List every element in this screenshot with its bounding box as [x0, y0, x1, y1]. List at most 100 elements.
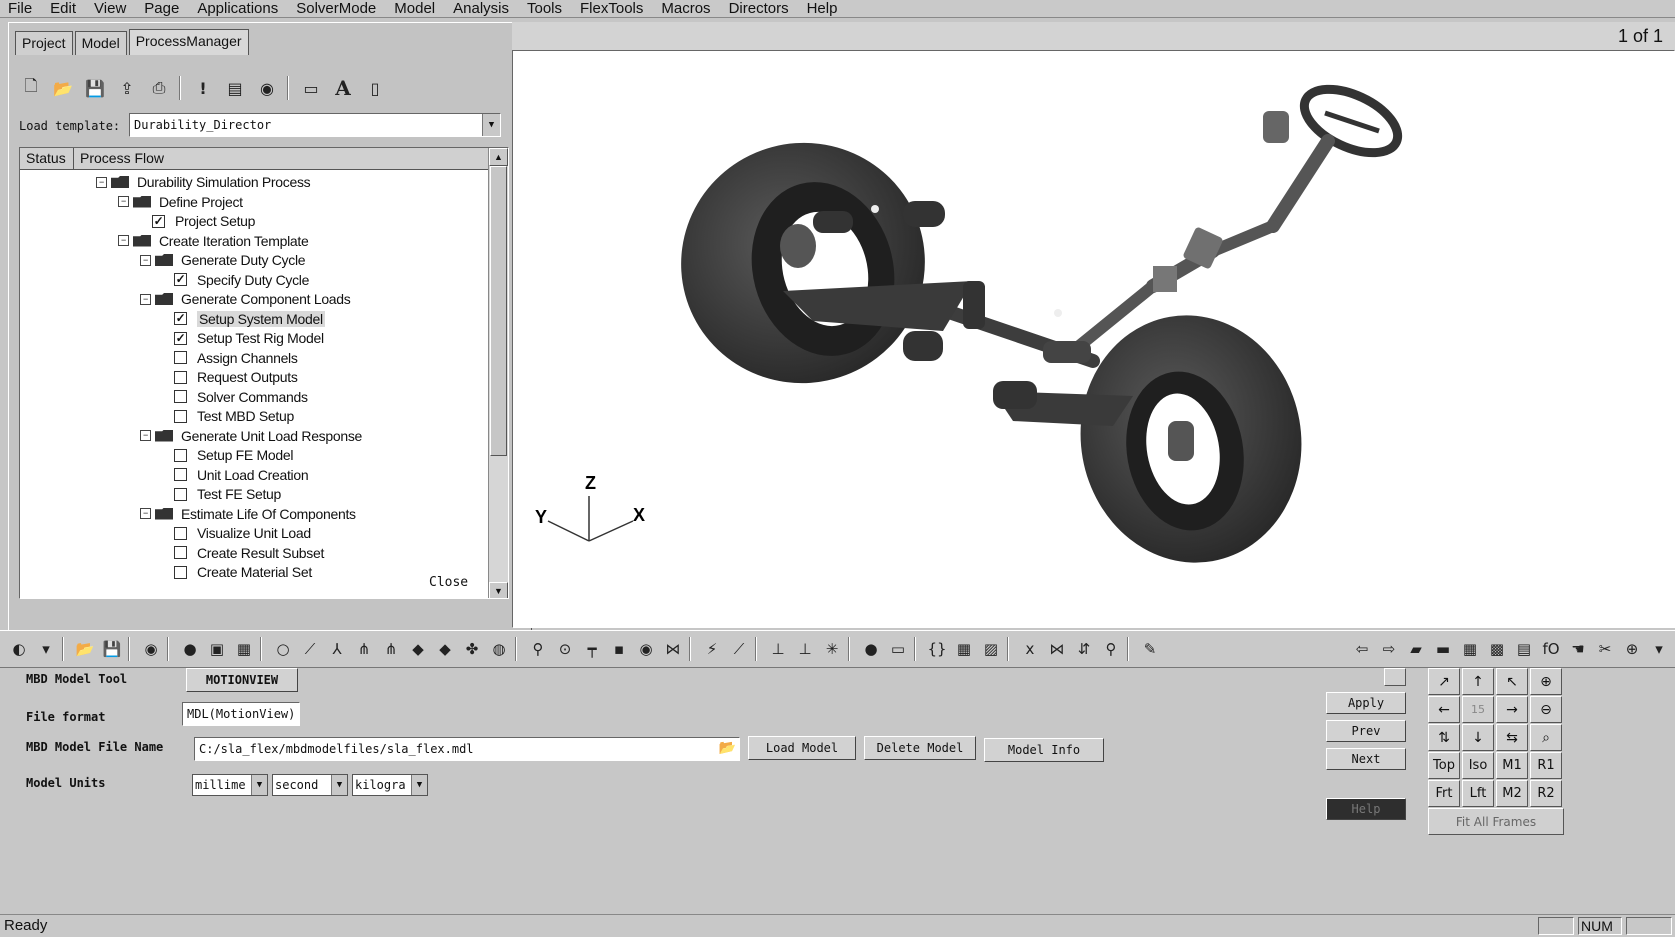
pan-up-right-icon[interactable]: ↖ [1496, 668, 1528, 695]
pan-up-left-icon[interactable]: ↗ [1428, 668, 1460, 695]
tree-item[interactable]: ✓ Setup Test Rig Model [174, 328, 324, 348]
tree-item[interactable]: ✓ Specify Duty Cycle [174, 270, 309, 290]
tree-item[interactable]: − Define Project [118, 192, 243, 212]
tree-item[interactable]: ✓ Setup System Model [174, 309, 325, 329]
toolbar-tool-icon[interactable]: ▣ [206, 637, 228, 661]
pan-up-icon[interactable]: ↑ [1462, 668, 1494, 695]
globe-icon[interactable]: ◉ [255, 76, 279, 100]
font-icon[interactable]: A [331, 76, 355, 100]
view-top-button[interactable]: Top [1428, 752, 1460, 779]
tree-item[interactable]: − Generate Duty Cycle [140, 250, 306, 270]
checkbox-icon[interactable]: ✓ [174, 273, 187, 286]
toolbar-tool-icon[interactable]: ✤ [461, 637, 483, 661]
toolbar-tool-icon[interactable]: 📂 [74, 637, 96, 661]
view-tool-icon[interactable]: ▬ [1432, 637, 1454, 661]
pan-down-icon[interactable]: ↓ [1462, 724, 1494, 751]
checkbox-icon[interactable]: ✓ [174, 331, 187, 345]
menu-file[interactable]: File [8, 0, 32, 17]
toolbar-tool-icon[interactable]: ⋈ [662, 637, 684, 661]
toolbar-tool-icon[interactable]: ▭ [887, 637, 909, 661]
checkbox-icon[interactable] [174, 565, 187, 579]
checkbox-icon[interactable]: ✓ [152, 214, 165, 228]
checkbox-icon[interactable] [174, 409, 187, 423]
toolbar-tool-icon[interactable]: ⊙ [554, 637, 576, 661]
toolbar-tool-icon[interactable]: ○ [272, 637, 294, 661]
view-tool-icon[interactable]: ⊕ [1621, 637, 1643, 661]
tree-item[interactable]: − Generate Unit Load Response [140, 426, 362, 446]
view-m2-button[interactable]: M2 [1496, 780, 1528, 807]
tree-item[interactable]: Solver Commands [174, 387, 308, 407]
view-r1-button[interactable]: R1 [1530, 752, 1562, 779]
checkbox-icon[interactable] [174, 351, 187, 364]
print-icon[interactable]: ⎙ [147, 76, 171, 100]
time-unit-select[interactable]: second ▼ [272, 774, 348, 796]
pan-left-icon[interactable]: ← [1428, 696, 1460, 723]
apply-button[interactable]: Apply [1326, 692, 1406, 714]
model-info-button[interactable]: Model Info [984, 738, 1104, 762]
toolbar-tool-icon[interactable]: ▾ [35, 637, 57, 661]
collapse-icon[interactable]: − [118, 235, 129, 246]
view-m1-button[interactable]: M1 [1496, 752, 1528, 779]
load-template-select[interactable]: Durability_Director ▼ [129, 113, 501, 137]
view-lft-button[interactable]: Lft [1462, 780, 1494, 807]
tree-item[interactable]: Create Result Subset [174, 543, 324, 563]
menu-model[interactable]: Model [394, 0, 435, 17]
toolbar-tool-icon[interactable]: x [1019, 637, 1041, 661]
view-tool-icon[interactable]: ⇦ [1351, 637, 1373, 661]
toolbar-tool-icon[interactable]: ▨ [980, 637, 1002, 661]
help-button[interactable]: Help [1326, 798, 1406, 820]
toolbar-tool-icon[interactable]: ⊥ [794, 637, 816, 661]
file-format-field[interactable]: MDL(MotionView) [182, 702, 300, 726]
motionview-button[interactable]: MOTIONVIEW [186, 668, 298, 692]
toolbar-tool-icon[interactable]: ⚲ [1100, 637, 1122, 661]
tree-item[interactable]: − Generate Component Loads [140, 289, 351, 309]
menu-applications[interactable]: Applications [197, 0, 278, 17]
tree-item[interactable]: Assign Channels [174, 348, 298, 368]
collapse-icon[interactable]: − [96, 176, 107, 188]
menu-macros[interactable]: Macros [661, 0, 710, 17]
menu-directors[interactable]: Directors [729, 0, 789, 17]
file-name-input[interactable]: C:/sla_flex/mbdmodelfiles/sla_flex.mdl 📂 [194, 737, 740, 761]
tab-processmanager[interactable]: ProcessManager [128, 29, 249, 55]
view-tool-icon[interactable]: ▰ [1405, 637, 1427, 661]
report-icon[interactable]: ▤ [223, 76, 247, 100]
checkbox-icon[interactable] [174, 370, 187, 384]
export-icon[interactable]: ⇪ [115, 76, 139, 100]
document-icon[interactable]: ▯ [363, 76, 387, 100]
tree-item[interactable]: − Durability Simulation Process [96, 172, 311, 192]
tree-scrollbar[interactable]: ▲ ▼ [488, 148, 508, 598]
collapse-icon[interactable]: − [140, 430, 151, 441]
view-tool-icon[interactable]: ▤ [1513, 637, 1535, 661]
menu-page[interactable]: Page [144, 0, 179, 17]
view-tool-icon[interactable]: ▩ [1486, 637, 1508, 661]
save-icon[interactable]: 💾 [83, 76, 107, 100]
view-tool-icon[interactable]: ☚ [1567, 637, 1589, 661]
menu-edit[interactable]: Edit [50, 0, 76, 17]
view-r2-button[interactable]: R2 [1530, 780, 1562, 807]
column-process-flow[interactable]: Process Flow [74, 148, 490, 170]
toolbar-tool-icon[interactable]: ┯ [581, 637, 603, 661]
checkbox-icon[interactable] [174, 526, 187, 540]
pan-right-icon[interactable]: → [1496, 696, 1528, 723]
tree-item[interactable]: Test MBD Setup [174, 406, 294, 426]
checkbox-icon[interactable] [174, 390, 187, 403]
zoom-in-icon[interactable]: ⊕ [1530, 668, 1562, 695]
view-iso-button[interactable]: Iso [1462, 752, 1494, 779]
scroll-down-icon[interactable]: ▼ [489, 582, 508, 598]
toolbar-tool-icon[interactable]: ⋔ [353, 637, 375, 661]
tree-item[interactable]: Unit Load Creation [174, 465, 309, 485]
tree-item[interactable]: Visualize Unit Load [174, 523, 311, 543]
tree-item[interactable]: Create Material Set [174, 562, 312, 582]
menu-analysis[interactable]: Analysis [453, 0, 509, 17]
view-tool-icon[interactable]: ⇨ [1378, 637, 1400, 661]
tab-model[interactable]: Model [74, 31, 127, 55]
toolbar-tool-icon[interactable]: ▪ [608, 637, 630, 661]
view-frt-button[interactable]: Frt [1428, 780, 1460, 807]
toolbar-tool-icon[interactable]: ⚲ [527, 637, 549, 661]
collapse-icon[interactable]: − [140, 254, 151, 266]
toolbar-tool-icon[interactable]: ⚡ [701, 637, 723, 661]
toolbar-tool-icon[interactable]: ◉ [635, 637, 657, 661]
toolbar-tool-icon[interactable]: ◉ [140, 637, 162, 661]
toolbar-tool-icon[interactable]: ◍ [488, 637, 510, 661]
dropdown-arrow-icon[interactable]: ▼ [482, 114, 500, 136]
